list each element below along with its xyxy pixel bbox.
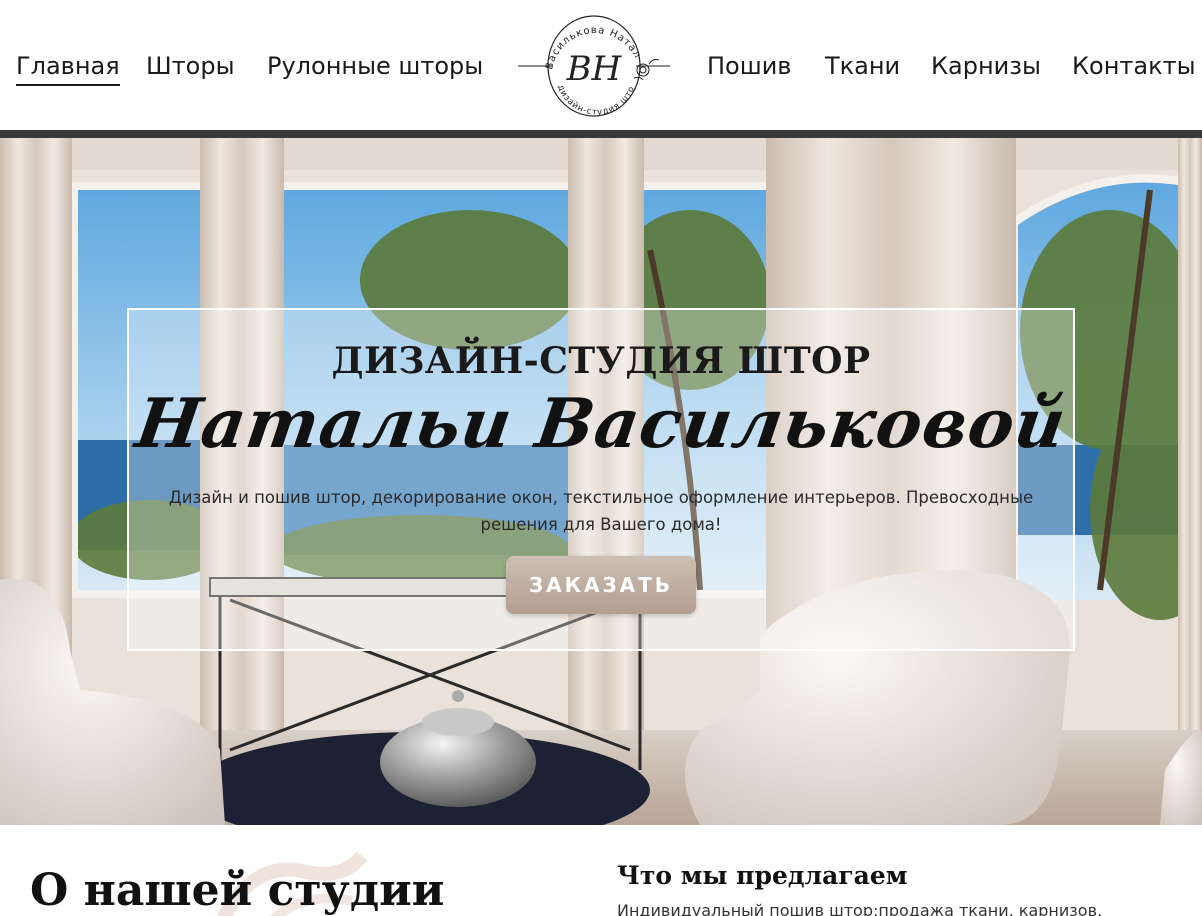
logo-emblem: Василькова Наталья дизайн-студия штор ВН — [512, 0, 670, 118]
hero-description: Дизайн и пошив штор, декорирование окон,… — [168, 488, 1034, 534]
about-section: О нашей студии Что мы предлагаем Индивид… — [0, 825, 1202, 916]
site-header: Главная Шторы Рулонные шторы Василькова … — [0, 0, 1202, 130]
hero-title: ДИЗАЙН-СТУДИЯ ШТОР — [331, 340, 871, 382]
hero-overlay-box: ДИЗАЙН-СТУДИЯ ШТОР Натальи Васильковой Д… — [127, 308, 1075, 651]
nav-fabrics[interactable]: Ткани — [825, 50, 900, 82]
studio-logo[interactable]: Василькова Наталья дизайн-студия штор ВН — [512, 0, 672, 124]
hero-script-title: Натальи Васильковой — [130, 384, 1072, 464]
offer-text: Индивидуальный пошив штор;продажа ткани,… — [617, 901, 1103, 916]
offer-title: Что мы предлагаем — [617, 861, 908, 890]
rose-icon — [633, 59, 660, 81]
about-title: О нашей студии — [30, 865, 445, 916]
nav-home[interactable]: Главная — [16, 50, 120, 86]
order-button[interactable]: ЗАКАЗАТЬ — [506, 556, 696, 614]
nav-cornices[interactable]: Карнизы — [931, 50, 1041, 82]
logo-monogram: ВН — [566, 49, 623, 89]
nav-curtains[interactable]: Шторы — [146, 50, 235, 82]
nav-sewing[interactable]: Пошив — [707, 50, 791, 82]
nav-roller-blinds[interactable]: Рулонные шторы — [267, 50, 483, 82]
nav-contacts[interactable]: Контакты — [1072, 50, 1196, 82]
hero-section: ДИЗАЙН-СТУДИЯ ШТОР Натальи Васильковой Д… — [0, 130, 1202, 825]
